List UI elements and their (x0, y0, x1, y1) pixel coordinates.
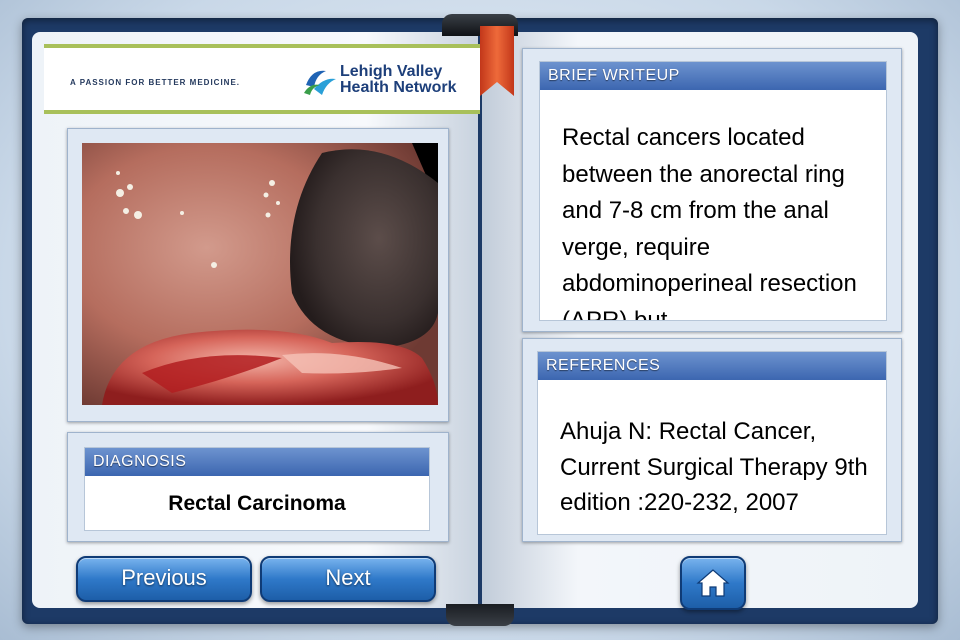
logo-header: A PASSION FOR BETTER MEDICINE. Lehigh Va… (44, 44, 480, 114)
references-panel[interactable]: REFERENCES Ahuja N: Rectal Cancer, Curre… (537, 351, 887, 535)
next-button[interactable]: Next (260, 556, 436, 602)
endoscopy-photo[interactable] (82, 143, 438, 405)
brief-writeup-text: Rectal cancers located between the anore… (562, 124, 857, 321)
diagnosis-title: DIAGNOSIS (85, 448, 429, 476)
brief-writeup-title: BRIEF WRITEUP (540, 62, 886, 90)
references-text: Ahuja N: Rectal Cancer, Current Surgical… (560, 418, 868, 516)
logo-line2: Health Network (340, 79, 457, 96)
diagnosis-panel: DIAGNOSIS Rectal Carcinoma (84, 447, 430, 531)
tagline: A PASSION FOR BETTER MEDICINE. (70, 78, 241, 87)
diagnosis-card: DIAGNOSIS Rectal Carcinoma (67, 432, 449, 542)
logo-line1: Lehigh Valley (340, 63, 443, 80)
logo-wordmark: Lehigh Valley Health Network (340, 64, 456, 96)
diagnosis-value: Rectal Carcinoma (168, 492, 346, 515)
lvhn-logo-icon (304, 70, 336, 95)
home-icon (696, 569, 730, 597)
brief-writeup-panel[interactable]: BRIEF WRITEUP Rectal cancers located bet… (539, 61, 887, 321)
book-spine-bottom (446, 604, 514, 626)
references-card: REFERENCES Ahuja N: Rectal Cancer, Curre… (522, 338, 902, 542)
home-button[interactable] (680, 556, 746, 610)
previous-button[interactable]: Previous (76, 556, 252, 602)
photo-card (67, 128, 449, 422)
brief-writeup-card: BRIEF WRITEUP Rectal cancers located bet… (522, 48, 902, 332)
references-title: REFERENCES (538, 352, 886, 380)
